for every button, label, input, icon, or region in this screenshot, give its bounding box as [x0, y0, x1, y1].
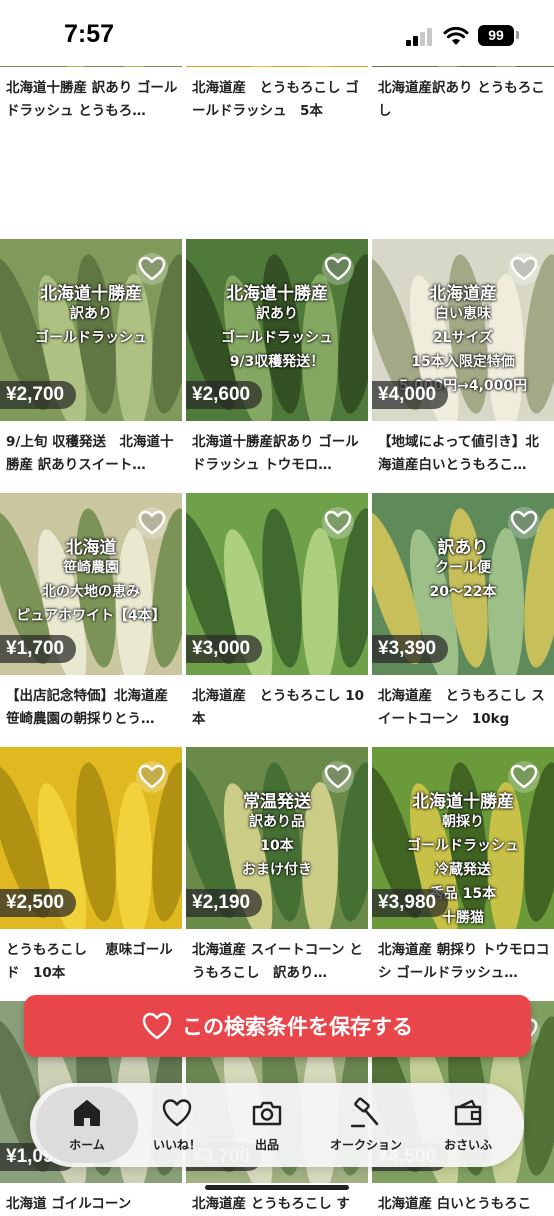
price-tag: ¥2,500 — [0, 889, 77, 917]
save-search-label: この検索条件を保存する — [182, 1015, 413, 1039]
bottom-tab-bar: ホーム いいね！ 出品 オークション おさいふ — [30, 1083, 524, 1167]
image-overlay-text: 白い恵味 — [435, 306, 491, 322]
product-title[interactable]: 北海道産 とうもろこし す — [192, 1193, 364, 1216]
signal-icon — [406, 28, 434, 46]
home-indicator — [205, 1185, 349, 1190]
heart-outline-icon — [138, 764, 166, 789]
image-overlay-text: ゴールドラッシュ — [407, 838, 519, 854]
price-tag: ¥3,000 — [186, 635, 263, 663]
product-image[interactable]: 北海道産 白い恵味 2Lサイズ 15本入限定特価 5,000円→4,000円 ¥4,000 — [372, 239, 554, 421]
heart-outline-icon — [510, 510, 538, 535]
image-overlay-text: 訳あり — [70, 306, 112, 322]
product-image[interactable]: 北海道十勝産 訳あり ゴールドラッシュ ¥2,700 — [0, 239, 182, 421]
price-tag: ¥2,190 — [186, 889, 263, 917]
tab-auction[interactable]: オークション — [310, 1083, 422, 1167]
tab-home[interactable]: ホーム — [30, 1083, 144, 1167]
camera-icon — [252, 1101, 282, 1126]
like-button[interactable] — [508, 507, 540, 539]
image-overlay-text: 20～22本 — [429, 584, 497, 600]
image-overlay-text: 冷蔵発送 — [435, 862, 491, 878]
status-time: 7:57 — [64, 20, 115, 48]
home-icon — [74, 1100, 100, 1126]
heart-outline-icon — [324, 510, 352, 535]
product-title[interactable]: とうもろこし 恵味ゴールド 10本 — [6, 939, 178, 985]
like-button[interactable] — [322, 507, 354, 539]
product-title[interactable]: 北海道産 白いとうもろこ — [378, 1193, 550, 1216]
image-overlay-text: 笹崎農園 — [63, 560, 119, 576]
image-overlay-text: 2Lサイズ — [432, 330, 494, 346]
price-tag: ¥2,700 — [0, 381, 77, 409]
save-search-button[interactable]: この検索条件を保存する — [24, 995, 531, 1057]
product-title[interactable]: 北海道産訳あり とうもろこし — [378, 77, 550, 123]
tab-auction-label: オークション — [329, 1138, 402, 1152]
tab-likes[interactable]: いいね！ — [130, 1083, 224, 1167]
tab-sell[interactable]: 出品 — [220, 1083, 314, 1167]
product-title[interactable]: 北海道産 スイートコーン とうもろこし 訳あり… — [192, 939, 364, 985]
product-title[interactable]: 北海道産 とうもろこし 10本 — [192, 685, 364, 731]
price-tag: ¥1,700 — [0, 635, 77, 663]
heart-outline-icon — [138, 256, 166, 281]
product-title[interactable]: 北海道産 とうもろこし ゴールドラッシュ 5本 — [192, 77, 364, 123]
heart-outline-icon — [324, 764, 352, 789]
heart-outline-icon — [138, 510, 166, 535]
tab-likes-label: いいね！ — [152, 1138, 201, 1152]
tab-wallet[interactable]: おさいふ — [418, 1083, 518, 1167]
product-image[interactable]: ¥3,000 — [186, 493, 368, 675]
battery-tip — [516, 31, 519, 39]
price-tag: ¥3,390 — [372, 635, 449, 663]
wallet-icon — [454, 1099, 482, 1126]
tab-wallet-label: おさいふ — [443, 1138, 492, 1152]
like-button[interactable] — [322, 253, 354, 285]
tab-home-label: ホーム — [69, 1138, 105, 1152]
product-title[interactable]: 北海道 ゴイルコーン — [6, 1193, 178, 1216]
image-overlay-text: 9/3収穫発送！ — [229, 354, 325, 370]
image-overlay-text: 訳あり — [256, 306, 298, 322]
image-overlay-text: クール便 — [435, 560, 491, 576]
heart-outline-icon — [510, 764, 538, 789]
like-button[interactable] — [322, 761, 354, 793]
like-button[interactable] — [508, 253, 540, 285]
like-button[interactable] — [136, 253, 168, 285]
product-image[interactable]: 訳あり クール便 20～22本 ¥3,390 — [372, 493, 554, 675]
price-tag: ¥4,000 — [372, 381, 449, 409]
product-title[interactable]: 【出店記念特価】北海道産 笹崎農園の朝採りとう… — [6, 685, 178, 731]
image-overlay-text: 10本 — [260, 838, 294, 854]
image-overlay-text: ピュアホワイト【4本】 — [16, 608, 166, 624]
product-image[interactable]: 北海道十勝産 訳あり ゴールドラッシュ 9/3収穫発送！ ¥2,600 — [186, 239, 368, 421]
product-title[interactable]: 北海道十勝産訳あり ゴールドラッシュ トウモロ… — [192, 431, 364, 477]
tab-sell-label: 出品 — [254, 1138, 279, 1152]
gavel-icon — [350, 1097, 379, 1128]
heart-icon — [162, 1099, 192, 1127]
battery-indicator: 99 — [478, 25, 514, 46]
image-overlay-text: ゴールドラッシュ — [221, 330, 333, 346]
product-image[interactable]: 常温発送 訳あり品 10本 おまけ付き ¥2,190 — [186, 747, 368, 929]
price-tag: ¥2,600 — [186, 381, 263, 409]
like-button[interactable] — [136, 761, 168, 793]
image-overlay-text: 15本入限定特価 — [411, 354, 515, 370]
product-title[interactable]: 北海道十勝産 訳あり ゴールドラッシュ とうもろ… — [6, 77, 178, 123]
image-overlay-text: おまけ付き — [242, 862, 312, 878]
product-title[interactable]: 北海道産 朝採り トウモロコシ ゴールドラッシュ… — [378, 939, 550, 985]
heart-outline-icon — [142, 1012, 172, 1040]
heart-outline-icon — [510, 256, 538, 281]
product-image[interactable]: ¥2,500 — [0, 747, 182, 929]
image-overlay-text: 北の大地の恵み — [42, 584, 140, 600]
product-title[interactable]: 北海道産 とうもろこし スイートコーン 10kg — [378, 685, 550, 731]
product-title[interactable]: 9/上旬 収穫発送 北海道十勝産 訳ありスイート… — [6, 431, 178, 477]
like-button[interactable] — [136, 507, 168, 539]
price-tag: ¥3,980 — [372, 889, 449, 917]
image-overlay-text: 朝採り — [442, 814, 484, 830]
product-image[interactable]: 北海道十勝産 朝採り ゴールドラッシュ 冷蔵発送 秀品 15本 十勝猫 ¥3,980 — [372, 747, 554, 929]
image-overlay-text: 訳あり品 — [249, 814, 305, 830]
product-image[interactable]: 北海道 笹崎農園 北の大地の恵み ピュアホワイト【4本】 ¥1,700 — [0, 493, 182, 675]
product-title[interactable]: 【地域によって値引き】北海道産白いとうもろこ… — [378, 431, 550, 477]
status-bar: 7:57 99 — [0, 0, 554, 66]
like-button[interactable] — [508, 761, 540, 793]
image-overlay-text: ゴールドラッシュ — [35, 330, 147, 346]
wifi-icon — [443, 26, 469, 45]
heart-outline-icon — [324, 256, 352, 281]
